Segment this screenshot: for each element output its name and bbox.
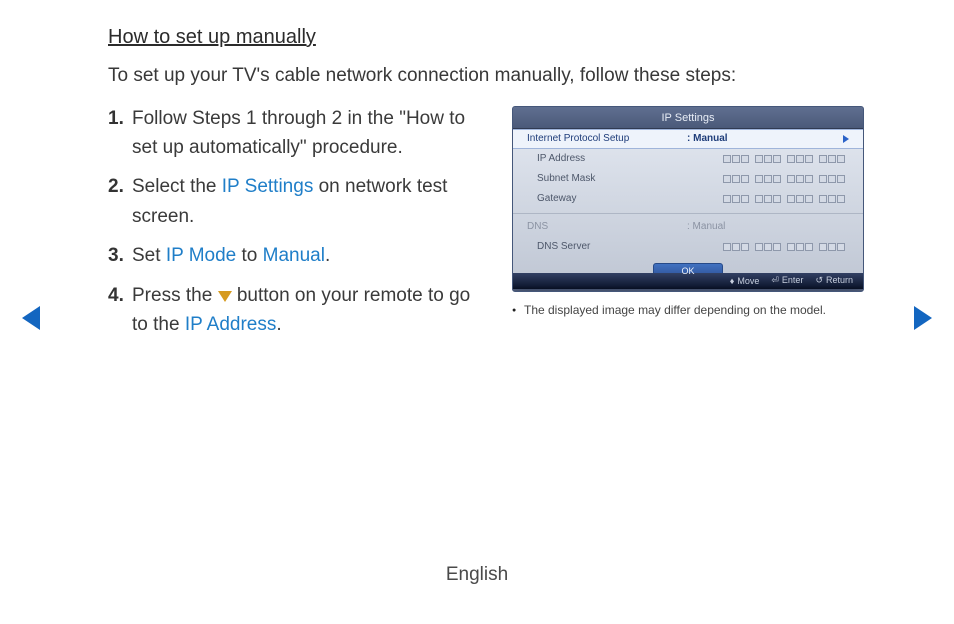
row-dns: DNS : Manual: [513, 217, 863, 237]
tv-dialog-title: IP Settings: [513, 107, 863, 129]
step-text: Press the: [132, 285, 218, 306]
row-gateway[interactable]: Gateway: [513, 189, 863, 209]
ip-octets: [687, 195, 849, 203]
row-label: Internet Protocol Setup: [527, 133, 687, 144]
ip-octets: [687, 175, 849, 183]
ip-octets: [687, 243, 849, 251]
section-heading: How to set up manually: [108, 26, 864, 49]
step-2: Select the IP Settings on network test s…: [108, 172, 490, 231]
move-icon: ♦: [730, 276, 735, 286]
return-icon: ↺: [815, 275, 823, 286]
image-caption: The displayed image may differ depending…: [512, 302, 864, 319]
step-1: Follow Steps 1 through 2 in the "How to …: [108, 104, 490, 163]
step-text: .: [276, 314, 281, 335]
row-label: IP Address: [527, 153, 687, 164]
keyword-manual: Manual: [263, 245, 325, 266]
footer-return: ↺Return: [815, 275, 853, 286]
row-label: Subnet Mask: [527, 173, 687, 184]
keyword-ip-address: IP Address: [185, 314, 277, 335]
keyword-ip-mode: IP Mode: [166, 245, 236, 266]
row-internet-protocol[interactable]: Internet Protocol Setup : Manual: [513, 129, 863, 149]
footer-move: ♦Move: [730, 276, 760, 286]
keyword-ip-settings: IP Settings: [222, 176, 314, 197]
step-text: .: [325, 245, 330, 266]
row-subnet-mask[interactable]: Subnet Mask: [513, 169, 863, 189]
step-text: to: [236, 245, 262, 266]
row-label: DNS Server: [527, 241, 687, 252]
row-label: DNS: [527, 221, 687, 232]
row-dns-server[interactable]: DNS Server: [513, 237, 863, 257]
step-3: Set IP Mode to Manual.: [108, 241, 490, 270]
tv-dialog: IP Settings Internet Protocol Setup : Ma…: [512, 106, 864, 292]
row-ip-address[interactable]: IP Address: [513, 149, 863, 169]
row-label: Gateway: [527, 193, 687, 204]
enter-icon: ⏎: [771, 275, 779, 286]
step-text: Select the: [132, 176, 222, 197]
steps-column: Follow Steps 1 through 2 in the "How to …: [108, 104, 490, 350]
prev-page-button[interactable]: [22, 306, 40, 330]
intro-text: To set up your TV's cable network connec…: [108, 63, 864, 90]
step-text: Follow Steps 1 through 2 in the "How to …: [132, 108, 465, 158]
down-arrow-icon: [218, 291, 232, 302]
step-4: Press the button on your remote to go to…: [108, 281, 490, 340]
footer-enter: ⏎Enter: [771, 275, 803, 286]
chevron-right-icon: [843, 135, 849, 143]
step-text: Set: [132, 245, 166, 266]
row-value: : Manual: [687, 221, 849, 232]
language-label: English: [0, 564, 954, 586]
row-value: : Manual: [687, 133, 843, 144]
next-page-button[interactable]: [914, 306, 932, 330]
ip-octets: [687, 155, 849, 163]
